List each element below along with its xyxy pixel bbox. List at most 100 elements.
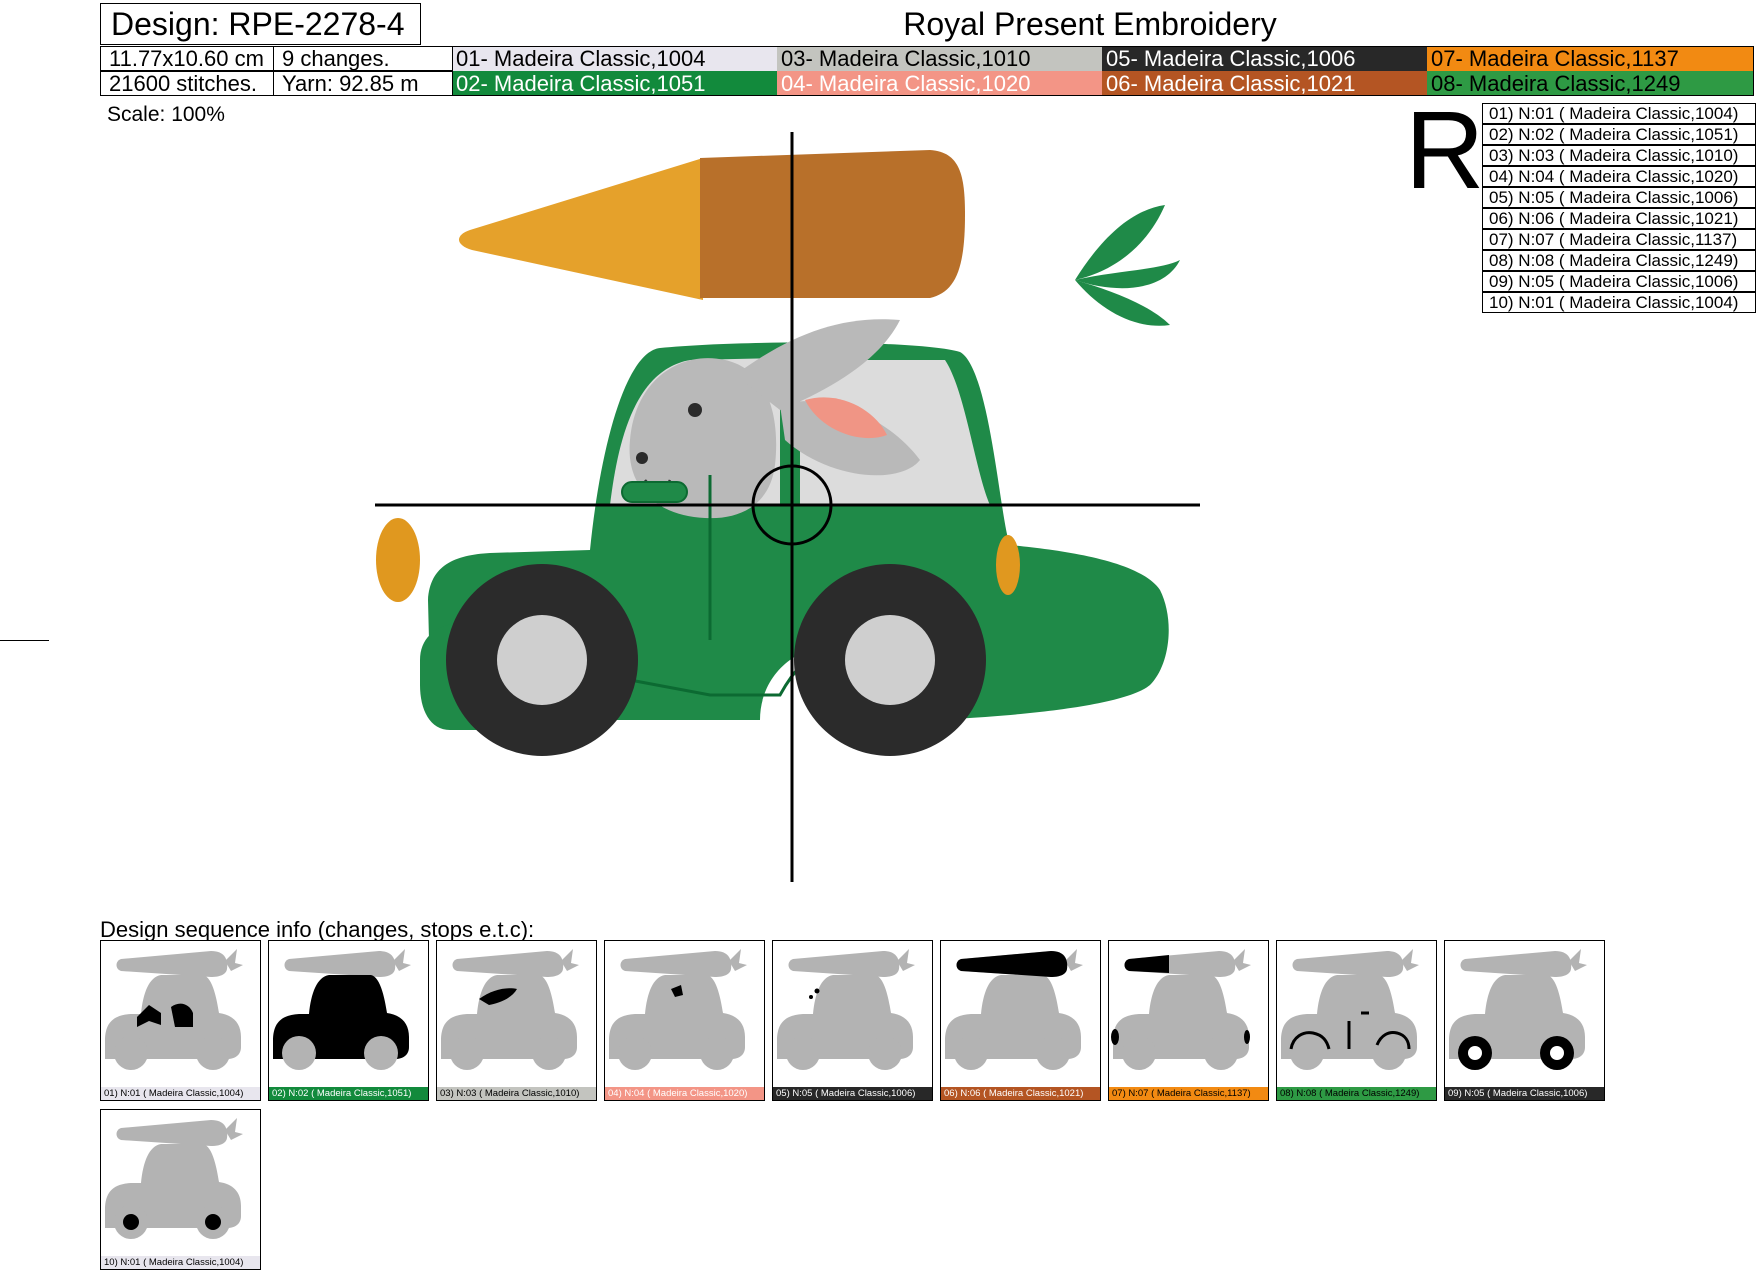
thread-02: 02- Madeira Classic,1051 bbox=[452, 71, 778, 96]
thread-01: 01- Madeira Classic,1004 bbox=[452, 46, 778, 71]
stop-row: 05) N:05 ( Madeira Classic,1006) bbox=[1482, 187, 1756, 208]
stop-row: 02) N:02 ( Madeira Classic,1051) bbox=[1482, 124, 1756, 145]
step-caption: 01) N:01 ( Madeira Classic,1004) bbox=[101, 1087, 260, 1100]
carrot-right bbox=[700, 150, 965, 298]
carrot-leaves bbox=[1075, 205, 1180, 326]
thumb-front-wheel bbox=[450, 1036, 484, 1070]
stop-row: 04) N:04 ( Madeira Classic,1020) bbox=[1482, 166, 1756, 187]
thumb-carrot-leaves bbox=[393, 949, 411, 971]
thumb-rear-wheel bbox=[1204, 1036, 1238, 1070]
thumb-rear-wheel bbox=[364, 1036, 398, 1070]
thread-06: 06- Madeira Classic,1021 bbox=[1102, 71, 1428, 96]
thumb-carrot-leaves bbox=[897, 949, 915, 971]
thumb-carrot bbox=[452, 951, 564, 977]
thumb-carrot bbox=[1292, 951, 1404, 977]
thumb-front-wheel bbox=[786, 1036, 820, 1070]
step-caption: 05) N:05 ( Madeira Classic,1006) bbox=[773, 1087, 932, 1100]
stop-row: 03) N:03 ( Madeira Classic,1010) bbox=[1482, 145, 1756, 166]
thumb-front-wheel bbox=[282, 1036, 316, 1070]
step-caption: 07) N:07 ( Madeira Classic,1137) bbox=[1109, 1087, 1268, 1100]
sequence-step: 06) N:06 ( Madeira Classic,1021) bbox=[940, 940, 1101, 1101]
step-caption: 08) N:08 ( Madeira Classic,1249) bbox=[1277, 1087, 1436, 1100]
step-caption: 04) N:04 ( Madeira Classic,1020) bbox=[605, 1087, 764, 1100]
carrot-left bbox=[458, 158, 703, 300]
scale-label: Scale: 100% bbox=[107, 103, 225, 126]
thumb-rear-hub bbox=[205, 1214, 221, 1230]
thumb-rear-light bbox=[1244, 1030, 1250, 1044]
thumb-carrot-leaves bbox=[225, 1118, 243, 1140]
thumb-front-wheel bbox=[114, 1036, 148, 1070]
thumb-carrot bbox=[116, 951, 228, 977]
thumb-carrot-leaves bbox=[1065, 949, 1083, 971]
front-light bbox=[376, 518, 420, 602]
thumb-carrot bbox=[116, 1120, 228, 1146]
thumb-rear-wheel bbox=[532, 1036, 566, 1070]
sequence-step: 10) N:01 ( Madeira Classic,1004) bbox=[100, 1109, 261, 1270]
door-handle bbox=[621, 481, 688, 503]
thumb-carrot bbox=[788, 951, 900, 977]
thread-05: 05- Madeira Classic,1006 bbox=[1102, 46, 1428, 71]
thumb-rear-wheel bbox=[1036, 1036, 1070, 1070]
thumb-front-wheel bbox=[1122, 1036, 1156, 1070]
bunny-nose bbox=[636, 452, 648, 464]
thumb-carrot-left bbox=[1124, 955, 1169, 973]
stop-row: 09) N:05 ( Madeira Classic,1006) bbox=[1482, 271, 1756, 292]
sequence-step: 07) N:07 ( Madeira Classic,1137) bbox=[1108, 940, 1269, 1101]
thread-07: 07- Madeira Classic,1137 bbox=[1427, 46, 1754, 71]
stop-row: 06) N:06 ( Madeira Classic,1021) bbox=[1482, 208, 1756, 229]
thread-03: 03- Madeira Classic,1010 bbox=[777, 46, 1103, 71]
thumb-eye bbox=[814, 988, 820, 994]
thumb-rear-wheel bbox=[1372, 1036, 1406, 1070]
thumb-carrot bbox=[284, 951, 396, 977]
rear-light bbox=[996, 535, 1020, 595]
step-caption: 06) N:06 ( Madeira Classic,1021) bbox=[941, 1087, 1100, 1100]
stop-row: 01) N:01 ( Madeira Classic,1004) bbox=[1482, 103, 1756, 124]
design-title: Design: RPE-2278-4 bbox=[100, 3, 421, 45]
thumb-front-wheel bbox=[618, 1036, 652, 1070]
thumb-carrot-leaves bbox=[1233, 949, 1251, 971]
design-size: 11.77x10.60 cm bbox=[100, 46, 274, 71]
sequence-step: 08) N:08 ( Madeira Classic,1249) bbox=[1276, 940, 1437, 1101]
thumb-front-hub bbox=[123, 1214, 139, 1230]
stitch-count: 21600 stitches. bbox=[100, 71, 274, 96]
stop-row: 07) N:07 ( Madeira Classic,1137) bbox=[1482, 229, 1756, 250]
orientation-mark: R bbox=[1405, 89, 1485, 212]
bunny-eye bbox=[688, 403, 702, 417]
thumb-carrot bbox=[620, 951, 732, 977]
thread-04: 04- Madeira Classic,1020 bbox=[777, 71, 1103, 96]
step-caption: 09) N:05 ( Madeira Classic,1006) bbox=[1445, 1087, 1604, 1100]
step-caption: 02) N:02 ( Madeira Classic,1051) bbox=[269, 1087, 428, 1100]
sequence-step: 04) N:04 ( Madeira Classic,1020) bbox=[604, 940, 765, 1101]
front-hub bbox=[497, 615, 587, 705]
thumb-front-wheel bbox=[954, 1036, 988, 1070]
sequence-step: 03) N:03 ( Madeira Classic,1010) bbox=[436, 940, 597, 1101]
embroidery-preview bbox=[375, 132, 1200, 882]
thumb-rear-hub bbox=[1550, 1046, 1564, 1060]
stop-row: 10) N:01 ( Madeira Classic,1004) bbox=[1482, 292, 1756, 313]
step-caption: 10) N:01 ( Madeira Classic,1004) bbox=[101, 1256, 260, 1269]
thumb-front-hub bbox=[1468, 1046, 1482, 1060]
thumb-rear-wheel bbox=[868, 1036, 902, 1070]
sequence-step: 09) N:05 ( Madeira Classic,1006) bbox=[1444, 940, 1605, 1101]
edge-marker bbox=[0, 640, 49, 641]
rear-hub bbox=[845, 615, 935, 705]
sequence-step: 02) N:02 ( Madeira Classic,1051) bbox=[268, 940, 429, 1101]
thumb-front-light bbox=[1111, 1029, 1119, 1045]
thumb-carrot-leaves bbox=[1569, 949, 1587, 971]
thumb-carrot-leaves bbox=[729, 949, 747, 971]
sequence-step: 01) N:01 ( Madeira Classic,1004) bbox=[100, 940, 261, 1101]
company-name: Royal Present Embroidery bbox=[903, 6, 1277, 42]
thumb-rear-wheel bbox=[700, 1036, 734, 1070]
stop-row: 08) N:08 ( Madeira Classic,1249) bbox=[1482, 250, 1756, 271]
thumb-nose bbox=[809, 995, 813, 999]
thumb-carrot-right bbox=[956, 951, 1068, 977]
thumb-carrot-leaves bbox=[561, 949, 579, 971]
step-caption: 03) N:03 ( Madeira Classic,1010) bbox=[437, 1087, 596, 1100]
thumb-carrot-leaves bbox=[1401, 949, 1419, 971]
sequence-step: 05) N:05 ( Madeira Classic,1006) bbox=[772, 940, 933, 1101]
thumb-rear-wheel bbox=[196, 1036, 230, 1070]
thumb-carrot-leaves bbox=[225, 949, 243, 971]
color-changes: 9 changes. bbox=[273, 46, 453, 71]
thumb-carrot bbox=[1460, 951, 1572, 977]
yarn-length: Yarn: 92.85 m bbox=[273, 71, 453, 96]
